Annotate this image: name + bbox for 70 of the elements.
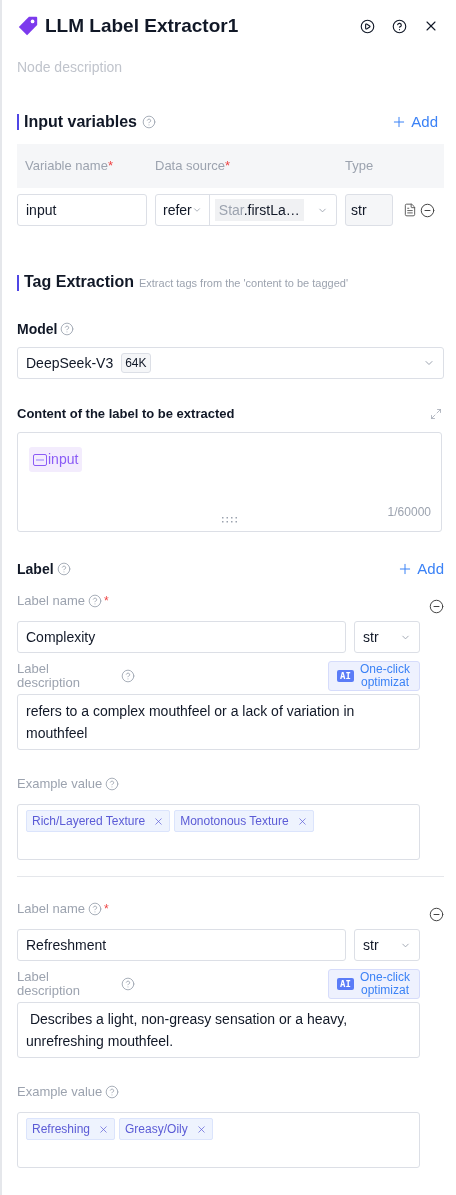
character-counter: 1/60000 xyxy=(387,504,431,521)
type-select[interactable]: str xyxy=(354,929,420,961)
remove-tag-icon[interactable] xyxy=(195,1123,207,1135)
help-icon[interactable] xyxy=(56,562,71,576)
example-values-field[interactable]: Rich/Layered Texture Monotonous Texture xyxy=(17,804,420,860)
example-tag: Greasy/Oily xyxy=(119,1118,213,1140)
remove-tag-icon[interactable] xyxy=(296,815,308,827)
example-tag: Refreshing xyxy=(26,1118,116,1140)
example-tag: Rich/Layered Texture xyxy=(26,810,171,832)
field-label: Model xyxy=(17,319,58,339)
type-field: str xyxy=(345,194,393,226)
field-label: Example value xyxy=(17,775,103,794)
label-name-field[interactable]: Refreshment xyxy=(17,929,346,961)
required-mark: * xyxy=(103,593,109,610)
remove-tag-icon[interactable] xyxy=(153,815,165,827)
add-button[interactable]: Add xyxy=(391,110,438,134)
column-header: Variable name* xyxy=(25,157,114,176)
add-button[interactable]: Add xyxy=(397,557,444,581)
section-title: Tag Extraction xyxy=(24,272,134,292)
required-mark: * xyxy=(103,901,109,918)
help-icon[interactable] xyxy=(60,322,75,336)
field-label: Label description xyxy=(17,970,81,998)
content-editor[interactable]: input 1/60000 xyxy=(17,432,442,532)
column-header: Type xyxy=(345,157,374,176)
variable-chip: input xyxy=(29,447,83,472)
example-tag: Monotonous Texture xyxy=(174,810,314,832)
example-values-field[interactable]: Refreshing Greasy/Oily xyxy=(17,1112,420,1168)
context-badge: 64K xyxy=(121,353,151,373)
field-label: Example value xyxy=(17,1083,103,1102)
ai-badge: AI xyxy=(337,670,354,682)
source-mode-select[interactable]: refer xyxy=(156,195,210,225)
column-header: Data source* xyxy=(155,157,232,176)
type-select[interactable]: str xyxy=(354,621,420,653)
expand-icon[interactable] xyxy=(430,408,442,420)
description-field[interactable]: Describes a light, non-greasy sensation or a heavy, unrefreshing mouthfeel. xyxy=(17,1002,420,1058)
help-icon xyxy=(391,18,407,34)
resize-handle-icon[interactable] xyxy=(222,517,239,523)
ai-badge: AI xyxy=(337,978,354,990)
variable-icon xyxy=(33,453,47,466)
remove-label-icon[interactable] xyxy=(429,907,444,922)
chevron-down-icon xyxy=(191,205,202,215)
field-label: Label description xyxy=(17,662,81,690)
help-icon[interactable] xyxy=(121,977,135,991)
help-icon[interactable] xyxy=(121,669,135,683)
tag-icon xyxy=(17,15,39,37)
model-name: DeepSeek-V3 xyxy=(26,353,114,373)
help-icon[interactable] xyxy=(105,777,120,791)
description-field[interactable]: Node description xyxy=(17,54,444,80)
document-icon[interactable] xyxy=(403,203,417,217)
remove-tag-icon[interactable] xyxy=(98,1123,110,1135)
help-icon[interactable] xyxy=(141,115,156,129)
label-name-field[interactable]: Complexity xyxy=(17,621,346,653)
field-label: Label name xyxy=(17,900,85,919)
help-icon[interactable] xyxy=(87,594,102,608)
play-icon xyxy=(359,18,375,34)
remove-icon[interactable] xyxy=(420,202,435,218)
variable-name-field[interactable]: input xyxy=(17,194,147,226)
field-label: Content of the label to be extracted xyxy=(17,405,236,424)
node-title: LLM Label Extractor1 xyxy=(45,13,240,38)
field-label: Label xyxy=(17,559,54,579)
section-hint: Extract tags from the 'content to be tagged' xyxy=(138,276,348,291)
data-source-field[interactable]: refer Star.firstLa… xyxy=(155,194,337,226)
field-label: Label name xyxy=(17,592,85,611)
description-field[interactable]: refers to a complex mouthfeel or a lack of variation in mouthfeel xyxy=(17,694,420,750)
section-title: Input variables xyxy=(24,112,137,132)
help-icon[interactable] xyxy=(105,1085,120,1099)
remove-label-icon[interactable] xyxy=(429,599,444,614)
model-select[interactable]: DeepSeek-V3 64K xyxy=(17,347,444,379)
help-icon[interactable] xyxy=(87,902,102,916)
source-value: Star.firstLa… xyxy=(214,199,304,221)
